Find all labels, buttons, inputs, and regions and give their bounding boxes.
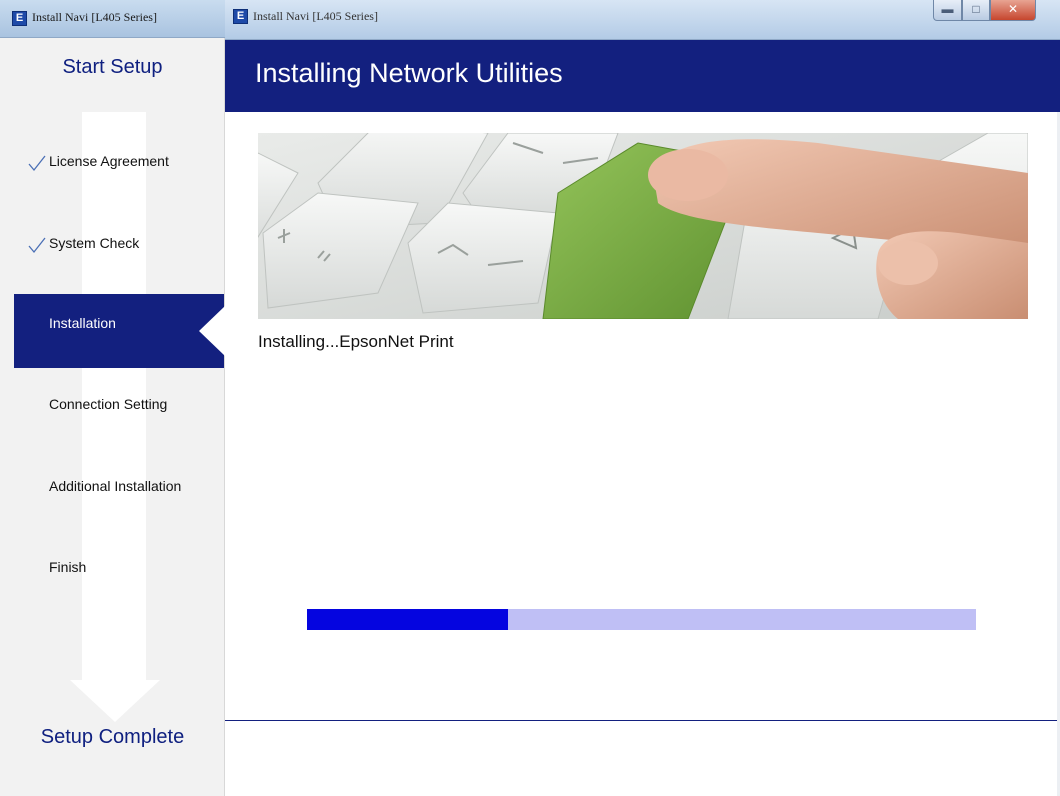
step-label: System Check [49,235,140,251]
footer-divider [225,720,1060,721]
step-label: License Agreement [49,153,169,169]
epson-installer-icon: E [233,9,248,24]
main-window-title: Install Navi [L405 Series] [253,9,378,23]
install-status-text: Installing...EpsonNet Print [258,332,454,351]
install-progress-bar [307,609,976,630]
step-label: Additional Installation [49,478,182,494]
step-connection-setting: Connection Setting [0,387,225,421]
maximize-icon: □ [972,2,980,16]
checkmark-icon [28,155,46,172]
page-title: Installing Network Utilities [255,58,563,88]
current-step-pointer [199,306,225,356]
setup-steps-panel: E Install Navi [L405 Series] Start Setup… [0,0,225,796]
step-label: Connection Setting [49,396,168,412]
epson-installer-icon: E [12,11,27,26]
main-window-titlebar[interactable]: E Install Navi [L405 Series] ▬ □ ✕ [225,0,1060,40]
step-additional-installation: Additional Installation [0,469,225,503]
close-icon: ✕ [1007,2,1019,16]
minimize-icon: ▬ [941,2,954,16]
side-window-titlebar[interactable]: E Install Navi [L405 Series] [0,0,225,38]
step-finish: Finish [0,550,225,584]
minimize-button[interactable]: ▬ [933,0,962,21]
progress-bar-fill [307,609,508,630]
step-label: Finish [49,559,87,575]
flow-arrow-head [70,680,160,722]
step-license-agreement: License Agreement [0,144,225,178]
step-label: Installation [49,315,116,331]
step-system-check: System Check [0,226,225,260]
side-window-title: Install Navi [L405 Series] [32,10,157,24]
maximize-button[interactable]: □ [962,0,990,21]
page-header: Installing Network Utilities [225,40,1060,112]
keyboard-banner-image [258,133,1028,319]
start-setup-label: Start Setup [62,56,163,78]
step-installation-current: Installation [14,294,224,368]
close-button[interactable]: ✕ [990,0,1036,21]
checkmark-icon [28,237,46,254]
setup-complete-label: Setup Complete [40,726,185,748]
